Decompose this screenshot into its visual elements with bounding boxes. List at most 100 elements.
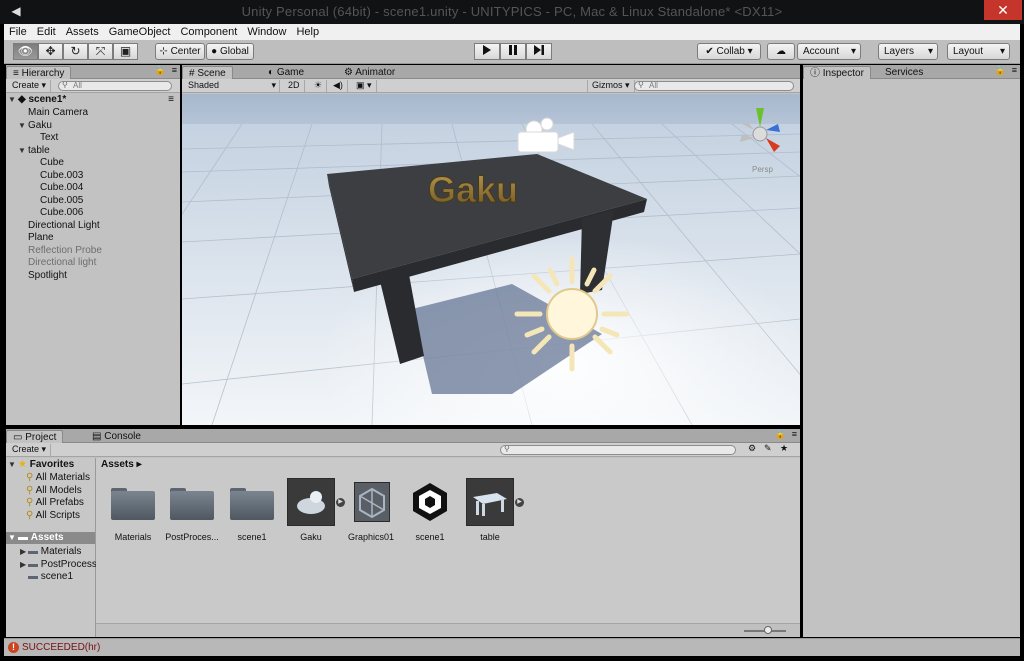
hierarchy-item[interactable]: Directional light xyxy=(18,257,96,269)
tab-console[interactable]: ▤ Console xyxy=(86,430,147,443)
tab-services[interactable]: Services xyxy=(879,66,929,79)
hierarchy-item[interactable]: Cube.005 xyxy=(30,195,83,207)
lighting-toggle[interactable]: ☀ xyxy=(310,80,328,92)
panel-menu-icon[interactable]: ≡ xyxy=(172,65,177,75)
hierarchy-item[interactable]: Plane xyxy=(18,232,54,244)
tab-inspector[interactable]: ⓘ Inspector xyxy=(803,66,871,79)
space-toggle[interactable]: ● Global xyxy=(206,43,254,60)
menu-window[interactable]: Window xyxy=(242,24,291,40)
expand-arrow-icon: ▼ xyxy=(8,95,16,104)
asset-item[interactable]: ▶ table xyxy=(455,476,525,546)
menu-assets[interactable]: Assets xyxy=(61,24,104,40)
favorite-item[interactable]: ⚲ All Prefabs xyxy=(26,497,84,509)
pause-button[interactable] xyxy=(500,43,526,60)
hierarchy-search-input[interactable]: ⚲ All xyxy=(58,81,172,91)
hierarchy-toolbar: Create ▾ ⚲ All xyxy=(6,79,180,93)
zoom-slider-handle[interactable] xyxy=(764,626,772,634)
layers-dropdown[interactable]: Layers ▾ xyxy=(878,43,938,60)
filter-label-icon[interactable]: ✎ xyxy=(764,443,772,454)
hierarchy-item[interactable]: Cube xyxy=(30,157,64,169)
hierarchy-item-label: Directional Light xyxy=(28,219,100,231)
filter-type-icon[interactable]: ⚙ xyxy=(748,443,756,454)
hierarchy-item-label: Text xyxy=(40,132,59,143)
favorites-header[interactable]: ▼ ★ Favorites xyxy=(8,459,74,471)
folder-icon: ▬ xyxy=(28,546,41,557)
favorite-item-label: All Models xyxy=(35,484,82,496)
panel-menu-icon[interactable]: ≡ xyxy=(792,429,797,439)
assets-tree-item-label: Materials xyxy=(40,546,82,557)
collab-button[interactable]: ✔ Collab ▾ xyxy=(697,43,761,60)
hierarchy-item[interactable]: ▼ table xyxy=(18,145,50,157)
expand-arrow-icon[interactable]: ▶ xyxy=(20,546,28,558)
assets-tree-item[interactable]: ▬ scene1 xyxy=(20,571,73,583)
project-search-input[interactable]: ⚲ xyxy=(500,445,736,455)
game-icon: ◐ xyxy=(268,67,275,78)
expand-arrow-icon[interactable]: ▼ xyxy=(18,145,28,157)
account-dropdown[interactable]: Account ▾ xyxy=(797,43,861,60)
close-button[interactable]: ✕ xyxy=(984,0,1022,20)
create-dropdown[interactable]: Create ▾ xyxy=(8,444,52,456)
hierarchy-item[interactable]: Text xyxy=(30,132,58,144)
expand-arrow-icon[interactable]: ▼ xyxy=(18,120,28,132)
lock-icon[interactable]: 🔒 xyxy=(775,429,786,440)
step-button[interactable] xyxy=(526,43,552,60)
hand-icon[interactable]: 👁 xyxy=(13,43,38,60)
expand-arrow-icon[interactable]: ▶ xyxy=(20,559,28,571)
expand-asset-icon[interactable]: ▶ xyxy=(515,498,524,507)
panel-menu-icon[interactable]: ≡ xyxy=(1012,65,1017,75)
hierarchy-item[interactable]: ▼ Gaku xyxy=(18,120,52,132)
rotate-icon[interactable]: ↻ xyxy=(63,43,88,60)
scene-root-item[interactable]: ▼ ◆ scene1* ≡ xyxy=(8,94,178,106)
scene-viewport[interactable]: Gaku Persp xyxy=(182,94,800,425)
image-icon: ▣ xyxy=(356,80,365,90)
audio-toggle[interactable]: ◀) xyxy=(329,80,348,92)
status-message[interactable]: SUCCEEDED(hr) xyxy=(22,642,100,654)
pivot-toggle[interactable]: ⊹ Center xyxy=(155,43,205,60)
effects-dropdown[interactable]: ▣ ▾ xyxy=(352,80,377,92)
favorite-item[interactable]: ⚲ All Models xyxy=(26,485,82,497)
move-icon[interactable]: ✥ xyxy=(38,43,63,60)
search-icon: ⚲ xyxy=(26,484,36,496)
scene-search-input[interactable]: ⚲ All xyxy=(634,81,794,91)
hierarchy-item[interactable]: Cube.003 xyxy=(30,170,83,182)
dropdown-arrow-icon: ▾ xyxy=(999,46,1005,57)
menu-component[interactable]: Component xyxy=(175,24,242,40)
tab-hierarchy[interactable]: ≡ Hierarchy xyxy=(6,66,72,79)
tab-project[interactable]: ▭ Project xyxy=(6,430,64,443)
play-button[interactable] xyxy=(474,43,500,60)
menu-edit[interactable]: Edit xyxy=(32,24,61,40)
tab-animator[interactable]: ⚙ Animator xyxy=(338,66,401,79)
scene-menu-icon[interactable]: ≡ xyxy=(168,94,174,106)
menu-help[interactable]: Help xyxy=(291,24,324,40)
cloud-button[interactable]: ☁ xyxy=(767,43,795,60)
tab-scene[interactable]: # Scene xyxy=(182,66,233,79)
lock-icon[interactable]: 🔒 xyxy=(995,65,1006,76)
favorite-item[interactable]: ⚲ All Materials xyxy=(26,472,90,484)
hierarchy-item[interactable]: Main Camera xyxy=(18,107,88,119)
layout-dropdown[interactable]: Layout ▾ xyxy=(947,43,1010,60)
breadcrumb[interactable]: Assets ▸ xyxy=(101,459,142,470)
hierarchy-item[interactable]: Directional Light xyxy=(18,220,100,232)
assets-tree-item[interactable]: ▶ ▬ Materials xyxy=(20,546,81,558)
tab-game[interactable]: ◐ Game xyxy=(262,66,310,79)
scale-icon[interactable]: ⤧ xyxy=(88,43,113,60)
menu-gameobject[interactable]: GameObject xyxy=(104,24,176,40)
favorite-star-icon[interactable]: ★ xyxy=(780,443,788,454)
shading-dropdown[interactable]: Shaded ▾ xyxy=(184,80,280,92)
rect-icon[interactable]: ▣ xyxy=(113,43,138,60)
menu-file[interactable]: File xyxy=(4,24,32,40)
assets-root-item[interactable]: ▼ ▬ Assets xyxy=(6,532,95,544)
hierarchy-item[interactable]: Reflection Probe xyxy=(18,245,102,257)
info-icon: ⓘ xyxy=(810,68,820,79)
assets-tree-item[interactable]: ▶ ▬ PostProcess xyxy=(20,559,97,571)
mode-2d-toggle[interactable]: 2D xyxy=(284,80,305,92)
gizmos-dropdown[interactable]: Gizmos ▾ xyxy=(587,80,635,92)
hierarchy-item[interactable]: Cube.006 xyxy=(30,207,83,219)
light-gizmo-icon[interactable] xyxy=(514,256,630,372)
cloud-icon: ☁ xyxy=(776,46,786,57)
favorite-item[interactable]: ⚲ All Scripts xyxy=(26,510,80,522)
hierarchy-item[interactable]: Spotlight xyxy=(18,270,67,282)
create-dropdown[interactable]: Create ▾ xyxy=(8,80,52,92)
lock-icon[interactable]: 🔒 xyxy=(155,65,166,76)
hierarchy-item[interactable]: Cube.004 xyxy=(30,182,83,194)
